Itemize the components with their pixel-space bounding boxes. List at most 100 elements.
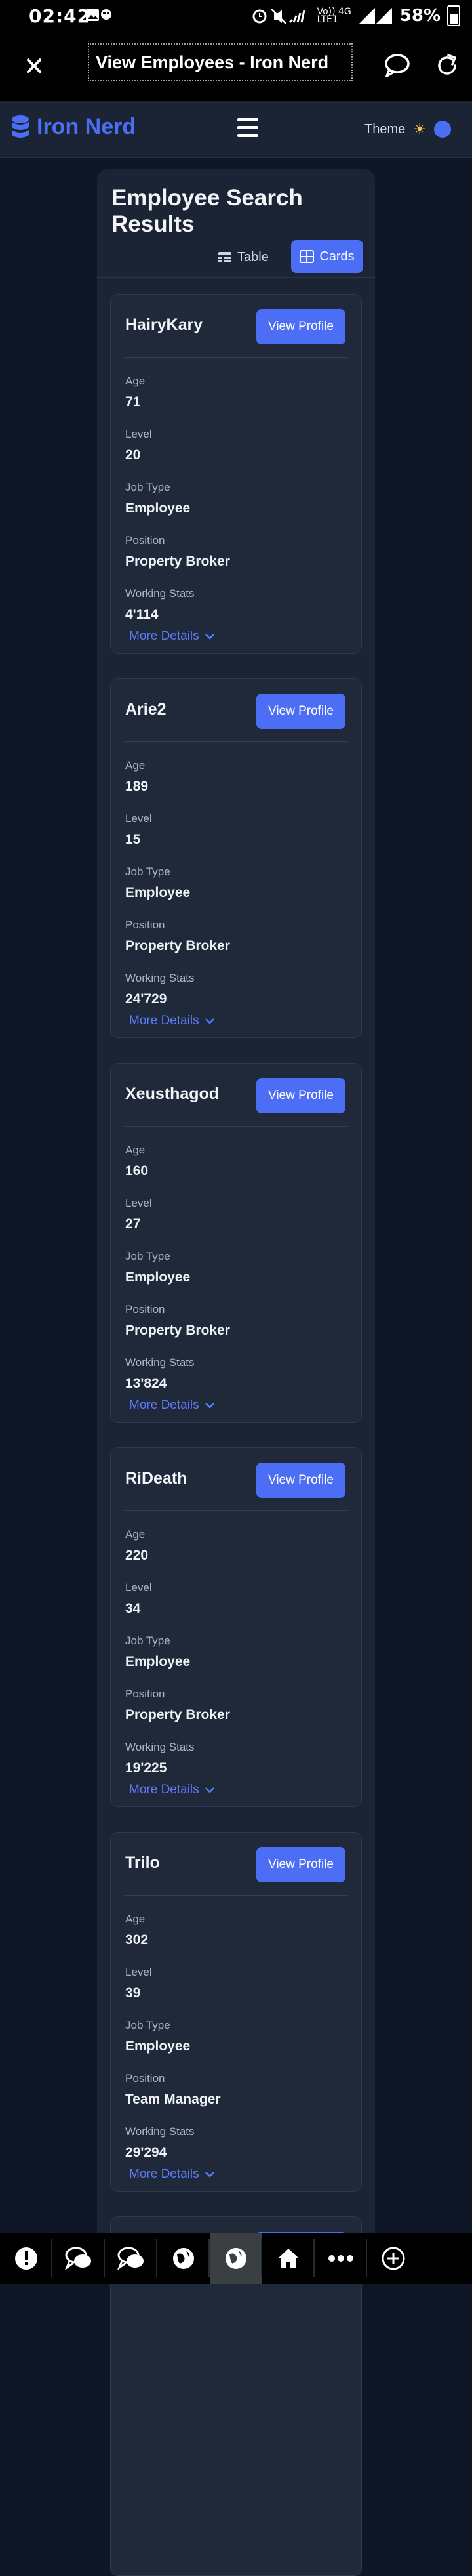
home-icon[interactable] bbox=[262, 2233, 315, 2284]
age-value: 220 bbox=[125, 1548, 149, 1563]
job-type-value: Employee bbox=[125, 501, 191, 516]
working-stats-label: Working Stats bbox=[125, 972, 195, 984]
employee-name: RiDeath bbox=[125, 1469, 187, 1487]
view-profile-button[interactable]: View Profile bbox=[256, 694, 345, 729]
employee-card: Trilo View Profile Age 302 Level 39 Job … bbox=[110, 1832, 362, 2192]
working-stats-label: Working Stats bbox=[125, 2125, 195, 2138]
employee-name: Trilo bbox=[125, 1854, 160, 1872]
job-type-value: Employee bbox=[125, 1654, 191, 1669]
status-right: Vo)) 4G LTE1 58% bbox=[252, 5, 460, 26]
working-stats-value: 24'729 bbox=[125, 991, 167, 1007]
job-type-value: Employee bbox=[125, 885, 191, 900]
database-icon bbox=[12, 115, 29, 138]
theme-switch[interactable] bbox=[433, 121, 451, 138]
view-profile-button[interactable]: View Profile bbox=[256, 1463, 345, 1498]
more-details-label: More Details bbox=[129, 1783, 199, 1797]
hamburger-menu-icon[interactable] bbox=[237, 118, 258, 138]
more-details-link[interactable]: More Details bbox=[129, 629, 215, 644]
job-type-label: Job Type bbox=[125, 1634, 170, 1647]
chat-icon[interactable] bbox=[383, 51, 412, 80]
status-time: 02:42 bbox=[29, 5, 91, 27]
view-profile-button[interactable]: View Profile bbox=[256, 1078, 345, 1113]
level-label: Level bbox=[125, 812, 152, 825]
level-label: Level bbox=[125, 1581, 152, 1594]
view-profile-button[interactable]: View Profile bbox=[256, 309, 345, 344]
age-label: Age bbox=[125, 759, 146, 772]
employee-card: Arie2 View Profile Age 189 Level 15 Job … bbox=[110, 678, 362, 1038]
chevron-down-icon bbox=[205, 1018, 214, 1024]
chevron-down-icon bbox=[205, 634, 214, 640]
more-details-label: More Details bbox=[129, 2167, 199, 2181]
more-icon[interactable] bbox=[315, 2233, 367, 2284]
working-stats-value: 29'294 bbox=[125, 2145, 167, 2160]
job-type-label: Job Type bbox=[125, 1250, 170, 1262]
age-label: Age bbox=[125, 1144, 146, 1156]
chevron-down-icon bbox=[205, 2172, 214, 2178]
chevron-down-icon bbox=[205, 1403, 214, 1409]
view-profile-button[interactable]: View Profile bbox=[256, 1847, 345, 1882]
theme-toggle[interactable]: Theme ☀ bbox=[364, 121, 451, 138]
table-view-label: Table bbox=[237, 249, 269, 264]
level-value: 39 bbox=[125, 1985, 141, 2001]
divider bbox=[97, 277, 375, 278]
level-label: Level bbox=[125, 1197, 152, 1209]
more-details-link[interactable]: More Details bbox=[129, 2167, 215, 2182]
level-label: Level bbox=[125, 1966, 152, 1978]
brand-name: Iron Nerd bbox=[37, 114, 136, 139]
results-title: Employee Search Results bbox=[111, 185, 303, 237]
job-type-value: Employee bbox=[125, 1270, 191, 1285]
job-type-value: Employee bbox=[125, 2039, 191, 2054]
age-label: Age bbox=[125, 1528, 146, 1541]
position-label: Position bbox=[125, 919, 165, 931]
more-details-link[interactable]: More Details bbox=[129, 1014, 215, 1028]
job-type-label: Job Type bbox=[125, 481, 170, 493]
position-value: Team Manager bbox=[125, 2092, 221, 2107]
age-label: Age bbox=[125, 1913, 146, 1925]
card-divider bbox=[125, 357, 347, 358]
theme-label: Theme bbox=[364, 121, 406, 136]
notification-icons bbox=[85, 8, 125, 28]
employee-card: Xeusthagod View Profile Age 160 Level 27… bbox=[110, 1063, 362, 1423]
add-icon[interactable] bbox=[367, 2233, 420, 2284]
level-value: 20 bbox=[125, 447, 141, 463]
chat-icon[interactable] bbox=[52, 2233, 105, 2284]
position-value: Property Broker bbox=[125, 1707, 230, 1722]
reload-icon[interactable] bbox=[433, 51, 462, 80]
bottom-app-bar bbox=[0, 2233, 472, 2284]
alert-icon[interactable] bbox=[0, 2233, 52, 2284]
age-value: 302 bbox=[125, 1932, 149, 1947]
employee-name: HairyKary bbox=[125, 316, 203, 334]
level-value: 34 bbox=[125, 1601, 141, 1616]
cards-grid-icon bbox=[300, 250, 315, 263]
table-icon bbox=[218, 252, 231, 262]
age-value: 189 bbox=[125, 779, 149, 794]
more-details-link[interactable]: More Details bbox=[129, 1783, 215, 1797]
working-stats-value: 19'225 bbox=[125, 1760, 167, 1776]
more-details-link[interactable]: More Details bbox=[129, 1398, 215, 1413]
page-title-field[interactable]: View Employees - Iron Nerd bbox=[88, 43, 353, 81]
level-label: Level bbox=[125, 428, 152, 440]
working-stats-label: Working Stats bbox=[125, 1741, 195, 1753]
globe-icon[interactable] bbox=[210, 2233, 262, 2284]
site-navbar: Iron Nerd Theme ☀ bbox=[0, 101, 472, 158]
chat-icon[interactable] bbox=[105, 2233, 157, 2284]
level-value: 27 bbox=[125, 1216, 141, 1232]
position-label: Position bbox=[125, 1688, 165, 1700]
status-bar: 02:42 Vo)) 4G LTE1 58% bbox=[0, 0, 472, 33]
table-view-button[interactable]: Table bbox=[218, 241, 283, 273]
cards-view-button[interactable]: Cards bbox=[291, 240, 363, 273]
globe-icon[interactable] bbox=[157, 2233, 210, 2284]
app-top-bar: ✕ View Employees - Iron Nerd bbox=[0, 33, 472, 101]
working-stats-value: 4'114 bbox=[125, 607, 159, 622]
age-value: 160 bbox=[125, 1163, 149, 1178]
card-divider bbox=[125, 741, 347, 742]
cards-view-label: Cards bbox=[319, 249, 355, 264]
card-divider bbox=[125, 1126, 347, 1127]
position-value: Property Broker bbox=[125, 554, 230, 569]
brand-link[interactable]: Iron Nerd bbox=[10, 114, 136, 140]
sun-icon: ☀ bbox=[413, 121, 426, 138]
close-icon[interactable]: ✕ bbox=[20, 52, 49, 81]
job-type-label: Job Type bbox=[125, 865, 170, 878]
age-label: Age bbox=[125, 375, 146, 387]
employee-card: HairyKary View Profile Age 71 Level 20 J… bbox=[110, 294, 362, 654]
